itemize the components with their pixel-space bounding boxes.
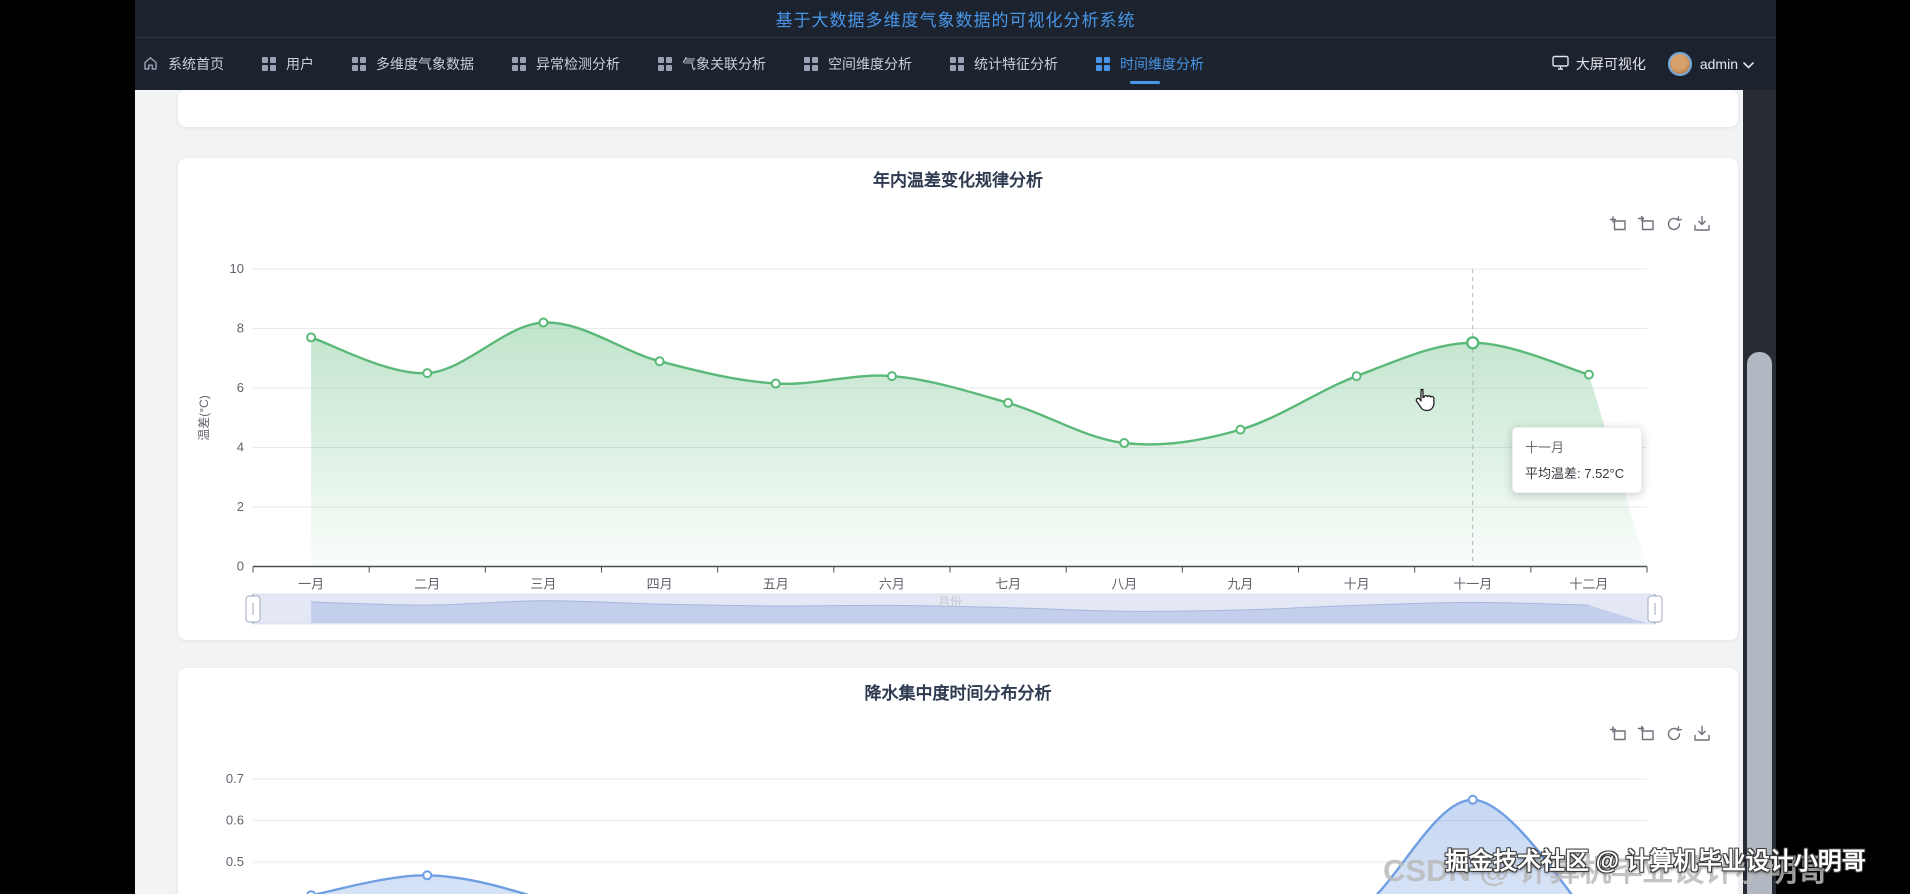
chevron-down-icon bbox=[1743, 56, 1754, 72]
nav-item-4[interactable]: 异常检测分析 bbox=[512, 38, 620, 89]
username: admin bbox=[1699, 55, 1738, 72]
svg-text:五月: 五月 bbox=[763, 577, 789, 592]
nav-item-label: 用户 bbox=[286, 55, 314, 72]
previous-chart-card-clipped bbox=[178, 90, 1738, 127]
nav-item-label: 多维度气象数据 bbox=[376, 55, 474, 72]
svg-text:九月: 九月 bbox=[1227, 577, 1253, 592]
big-screen-label: 大屏可视化 bbox=[1575, 55, 1646, 72]
svg-text:七月: 七月 bbox=[995, 577, 1021, 592]
save-image-icon[interactable] bbox=[1692, 214, 1712, 234]
svg-text:10: 10 bbox=[230, 261, 244, 276]
app-window: 基于大数据多维度气象数据的可视化分析系统 系统首页 用户 多维度气象数据 异常检测分析… bbox=[135, 0, 1776, 894]
svg-text:0: 0 bbox=[237, 559, 244, 574]
svg-text:温差(°C): 温差(°C) bbox=[197, 395, 211, 440]
app-title: 基于大数据多维度气象数据的可视化分析系统 bbox=[775, 11, 1136, 30]
screen: 基于大数据多维度气象数据的可视化分析系统 系统首页 用户 多维度气象数据 异常检测分析… bbox=[0, 0, 1910, 894]
svg-text:0.5: 0.5 bbox=[226, 854, 244, 869]
temperature-range-chart-card: 年内温差变化规律分析 0 2 4 6 8 10 一月 二月 三月 四月 五月 六月 七月 八月 九月 十月 十一… bbox=[178, 158, 1738, 640]
tooltip-value: 平均温差: 7.52°C bbox=[1525, 466, 1625, 481]
nav-item-8[interactable]: 时间维度分析 bbox=[1096, 38, 1204, 89]
nav-item-7[interactable]: 统计特征分析 bbox=[950, 38, 1058, 89]
nav-item-label: 时间维度分析 bbox=[1120, 55, 1204, 72]
grid-icon bbox=[658, 56, 672, 71]
watermark-juejin: 掘金技术社区 @ 计算机毕业设计小明哥 bbox=[1445, 848, 1866, 875]
svg-text:十一月: 十一月 bbox=[1453, 577, 1492, 592]
datazoom-reset-icon[interactable] bbox=[1636, 214, 1656, 234]
navbar: 基于大数据多维度气象数据的可视化分析系统 系统首页 用户 多维度气象数据 异常检测分析… bbox=[135, 0, 1776, 90]
nav-item-label: 气象关联分析 bbox=[682, 55, 766, 72]
chart1-toolbox bbox=[1608, 214, 1712, 234]
datazoom-reset-icon[interactable] bbox=[1636, 724, 1656, 744]
svg-text:四月: 四月 bbox=[647, 577, 673, 592]
nav-item-1[interactable]: 系统首页 bbox=[143, 38, 224, 89]
svg-text:八月: 八月 bbox=[1111, 577, 1137, 592]
datazoom-icon[interactable] bbox=[1608, 724, 1628, 744]
svg-text:8: 8 bbox=[237, 321, 244, 336]
nav-item-label: 空间维度分析 bbox=[828, 55, 912, 72]
temperature-range-area-chart[interactable]: 0246810一月 二月 三月 四月 五月 六月 七月 八月 九月 十月 十一月 十二月温差(°C)月… bbox=[178, 158, 1738, 640]
chart2-toolbox bbox=[1608, 724, 1712, 744]
page-content: 年内温差变化规律分析 0 2 4 6 8 10 一月 二月 三月 四月 五月 六月 七月 八月 九月 十月 十一… bbox=[135, 90, 1743, 894]
page-scrollbar[interactable] bbox=[1743, 90, 1776, 894]
mouse-pointer-icon bbox=[1414, 388, 1436, 417]
nav-item-label: 异常检测分析 bbox=[536, 55, 620, 72]
save-image-icon[interactable] bbox=[1692, 724, 1712, 744]
navbar-right: 大屏可视化 admin bbox=[1552, 51, 1754, 76]
grid-icon bbox=[804, 56, 818, 71]
restore-icon[interactable] bbox=[1664, 214, 1684, 234]
grid-icon bbox=[352, 56, 366, 71]
nav-item-label: 统计特征分析 bbox=[974, 55, 1058, 72]
grid-icon bbox=[1096, 56, 1110, 71]
tooltip-category: 十一月 bbox=[1525, 440, 1565, 455]
menu-bar: 系统首页 用户 多维度气象数据 异常检测分析 气象关联分析 空间维度分析 统计特征分析 时间维… bbox=[135, 38, 1776, 89]
datazoom-icon[interactable] bbox=[1608, 214, 1628, 234]
svg-text:十二月: 十二月 bbox=[1569, 577, 1608, 592]
svg-text:0.6: 0.6 bbox=[226, 813, 244, 828]
home-icon bbox=[143, 56, 158, 71]
svg-text:0.7: 0.7 bbox=[226, 771, 244, 786]
chart-tooltip: 十一月 平均温差: 7.52°C bbox=[1512, 427, 1642, 493]
nav-item-2[interactable]: 用户 bbox=[262, 38, 314, 89]
nav-item-6[interactable]: 空间维度分析 bbox=[804, 38, 912, 89]
svg-text:二月: 二月 bbox=[414, 577, 440, 592]
grid-icon bbox=[950, 56, 964, 71]
svg-text:6: 6 bbox=[237, 380, 244, 395]
grid-icon bbox=[262, 56, 276, 71]
nav-item-label: 系统首页 bbox=[168, 55, 224, 72]
active-tab-underline bbox=[1130, 81, 1160, 84]
svg-text:三月: 三月 bbox=[530, 577, 556, 592]
title-bar: 基于大数据多维度气象数据的可视化分析系统 bbox=[135, 0, 1776, 38]
svg-text:月份: 月份 bbox=[938, 595, 962, 609]
svg-text:十月: 十月 bbox=[1344, 577, 1370, 592]
svg-text:六月: 六月 bbox=[879, 577, 905, 592]
svg-text:一月: 一月 bbox=[298, 577, 324, 592]
monitor-icon bbox=[1552, 55, 1569, 73]
avatar[interactable] bbox=[1667, 51, 1692, 76]
svg-text:2: 2 bbox=[237, 499, 244, 514]
restore-icon[interactable] bbox=[1664, 724, 1684, 744]
user-menu[interactable]: admin bbox=[1700, 56, 1754, 72]
nav-item-3[interactable]: 多维度气象数据 bbox=[352, 38, 474, 89]
grid-icon bbox=[512, 56, 526, 71]
big-screen-link[interactable]: 大屏可视化 bbox=[1552, 54, 1646, 74]
svg-text:4: 4 bbox=[237, 440, 244, 455]
nav-item-5[interactable]: 气象关联分析 bbox=[658, 38, 766, 89]
scrollbar-thumb[interactable] bbox=[1747, 352, 1772, 894]
